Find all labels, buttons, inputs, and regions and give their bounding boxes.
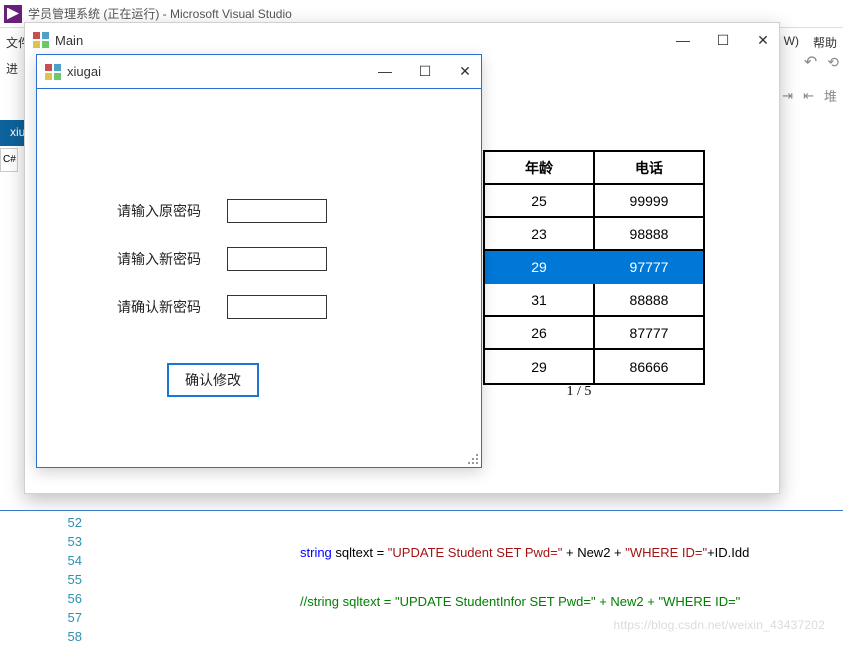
grid-row[interactable]: 25 99999 [485,185,703,218]
app-icon [33,32,49,48]
confirm-button[interactable]: 确认修改 [167,363,259,397]
indent-icon[interactable]: ⇥ [782,88,793,104]
data-grid[interactable]: 年龄 电话 25 99999 23 98888 29 97777 31 8888… [483,150,705,385]
grid-row-selected[interactable]: 29 97777 [485,251,703,284]
close-icon[interactable]: ✕ [753,32,773,49]
undo-icon[interactable]: ↶ [804,52,817,72]
toolbar-right-icons: ↶ ⟲ [804,52,839,72]
main-title: Main [55,33,83,48]
grid-row[interactable]: 26 87777 [485,317,703,350]
line-gutter: 52 53 54 55 56 57 58 [0,511,100,645]
grid-row[interactable]: 29 86666 [485,350,703,383]
old-password-input[interactable] [227,199,327,223]
confirm-password-input[interactable] [227,295,327,319]
label-confirm-password: 请确认新密码 [117,297,227,317]
menu-help[interactable]: 帮助 [813,34,837,51]
redo-icon[interactable]: ⟲ [827,54,839,71]
col-age: 年龄 [485,152,595,183]
app-icon [45,64,61,80]
new-password-input[interactable] [227,247,327,271]
pager-text: 1 / 5 [483,384,705,400]
grid-row[interactable]: 31 88888 [485,284,703,317]
stack-label: 堆 [824,86,837,105]
maximize-icon[interactable]: ☐ [415,63,435,80]
grid-row[interactable]: 23 98888 [485,218,703,251]
menu-window[interactable]: W) [784,34,799,51]
vs-logo-icon [4,5,22,23]
label-old-password: 请输入原密码 [117,201,227,221]
xiugai-window: xiugai — ☐ ✕ 请输入原密码 请输入新密码 请确认新密码 确认修改 [36,54,482,468]
vs-title: 学员管理系统 (正在运行) - Microsoft Visual Studio [28,5,292,22]
grid-header: 年龄 电话 [485,152,703,185]
side-toggle[interactable]: C# [0,148,18,172]
csharp-icon: C# [1,154,16,165]
menu-edit[interactable]: 进 [6,60,18,78]
main-titlebar[interactable]: Main — ☐ ✕ [25,23,779,57]
minimize-icon[interactable]: — [375,63,395,80]
xiugai-title: xiugai [67,64,101,79]
label-new-password: 请输入新密码 [117,249,227,269]
maximize-icon[interactable]: ☐ [713,32,733,49]
close-icon[interactable]: ✕ [455,63,475,80]
col-phone: 电话 [595,152,703,183]
watermark: https://blog.csdn.net/weixin_43437202 [613,618,825,632]
xiugai-titlebar[interactable]: xiugai — ☐ ✕ [37,55,481,89]
outdent-icon[interactable]: ⇤ [803,88,814,104]
minimize-icon[interactable]: — [673,32,693,49]
resize-grip-icon[interactable] [464,450,478,464]
